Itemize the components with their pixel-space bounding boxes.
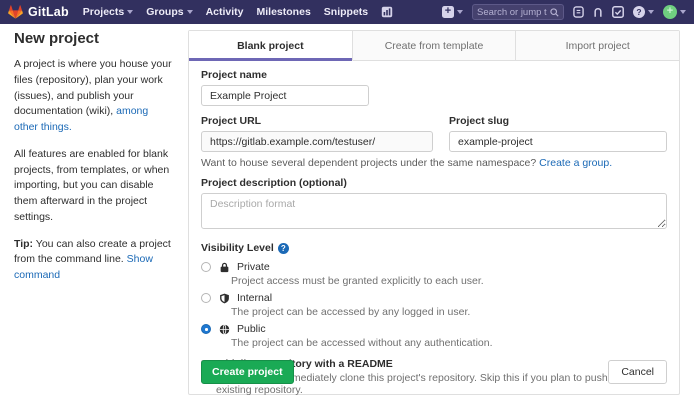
merge-request-icon[interactable] xyxy=(593,6,603,18)
gitlab-logo[interactable]: GitLab xyxy=(8,5,69,19)
create-a-group-link[interactable]: Create a group. xyxy=(539,157,612,169)
nav-item-activity[interactable]: Activity xyxy=(206,6,244,18)
sidebar: New project A project is where you house… xyxy=(14,30,174,295)
tanuki-icon xyxy=(8,5,23,19)
internal-option-label[interactable]: Internal xyxy=(237,292,272,304)
chevron-down-icon xyxy=(187,10,193,14)
new-dropdown[interactable]: + xyxy=(442,6,463,18)
sidebar-tip: Tip: You can also create a project from … xyxy=(14,237,174,284)
cancel-button[interactable]: Cancel xyxy=(608,360,667,384)
private-option-label[interactable]: Private xyxy=(237,261,270,273)
nav-item-groups[interactable]: Groups xyxy=(146,6,192,18)
help-icon: ? xyxy=(633,6,645,18)
project-description-label: Project description (optional) xyxy=(201,177,667,189)
chevron-down-icon xyxy=(680,10,686,14)
visibility-option-public: Public The project can be accessed witho… xyxy=(201,323,667,349)
internal-radio[interactable] xyxy=(201,293,211,303)
nav-menu: Projects Groups Activity Milestones Snip… xyxy=(83,6,393,18)
project-tabs: Blank project Create from template Impor… xyxy=(189,31,679,61)
create-project-button[interactable]: Create project xyxy=(201,360,294,384)
globe-icon xyxy=(218,324,230,335)
namespace-hint: Want to house several dependent projects… xyxy=(201,157,667,169)
new-project-page: GitLab Projects Groups Activity Mileston… xyxy=(0,0,694,403)
private-radio[interactable] xyxy=(201,262,211,272)
visibility-level-label: Visibility Level ? xyxy=(201,242,667,254)
url-slug-row: Project URL Project slug xyxy=(201,115,667,152)
page-title: New project xyxy=(14,30,174,47)
project-url-label: Project URL xyxy=(201,115,433,127)
tab-import-project[interactable]: Import project xyxy=(516,31,679,61)
project-description-textarea[interactable] xyxy=(201,193,667,229)
tab-create-from-template[interactable]: Create from template xyxy=(353,31,517,61)
nav-item-projects[interactable]: Projects xyxy=(83,6,133,18)
help-dropdown[interactable]: ? xyxy=(633,6,654,18)
blank-project-form: Project name Project URL Project slug Wa… xyxy=(189,61,679,396)
chart-icon[interactable] xyxy=(381,6,393,18)
internal-option-desc: The project can be accessed by any logge… xyxy=(231,306,667,318)
nav-item-snippets[interactable]: Snippets xyxy=(324,6,368,18)
avatar: + xyxy=(663,5,677,19)
public-option-desc: The project can be accessed without any … xyxy=(231,337,667,349)
plus-square-icon: + xyxy=(442,6,454,18)
visibility-option-internal: Internal The project can be accessed by … xyxy=(201,292,667,318)
tip-label: Tip: xyxy=(14,238,33,250)
chevron-down-icon xyxy=(457,10,463,14)
issues-icon[interactable] xyxy=(573,6,584,18)
description-block: Project description (optional) xyxy=(201,177,667,234)
user-menu[interactable]: + xyxy=(663,5,686,19)
private-option-desc: Project access must be granted explicitl… xyxy=(231,275,667,287)
project-slug-label: Project slug xyxy=(449,115,667,127)
global-search[interactable] xyxy=(472,4,564,20)
project-url-input[interactable] xyxy=(201,131,433,152)
project-slug-input[interactable] xyxy=(449,131,667,152)
nav-item-milestones[interactable]: Milestones xyxy=(257,6,311,18)
search-icon xyxy=(550,8,559,17)
lock-icon xyxy=(218,262,230,273)
todos-icon[interactable] xyxy=(612,6,624,18)
chevron-down-icon xyxy=(648,10,654,14)
visibility-option-private: Private Project access must be granted e… xyxy=(201,261,667,287)
nav-right-controls: + xyxy=(442,4,686,20)
gitlab-logo-text: GitLab xyxy=(28,5,69,19)
new-project-panel: Blank project Create from template Impor… xyxy=(188,30,680,395)
sidebar-paragraph-2: All features are enabled for blank proje… xyxy=(14,147,174,226)
chevron-down-icon xyxy=(127,10,133,14)
public-option-label[interactable]: Public xyxy=(237,323,266,335)
sidebar-paragraph-1: A project is where you house your files … xyxy=(14,57,174,136)
search-input[interactable] xyxy=(477,7,547,18)
form-footer: Create project Cancel xyxy=(201,360,667,384)
visibility-help-icon[interactable]: ? xyxy=(278,243,289,254)
public-radio[interactable] xyxy=(201,324,211,334)
tab-blank-project[interactable]: Blank project xyxy=(189,31,353,61)
top-navbar: GitLab Projects Groups Activity Mileston… xyxy=(0,0,694,24)
project-name-label: Project name xyxy=(201,69,667,81)
project-name-input[interactable] xyxy=(201,85,369,106)
shield-icon xyxy=(218,293,230,304)
